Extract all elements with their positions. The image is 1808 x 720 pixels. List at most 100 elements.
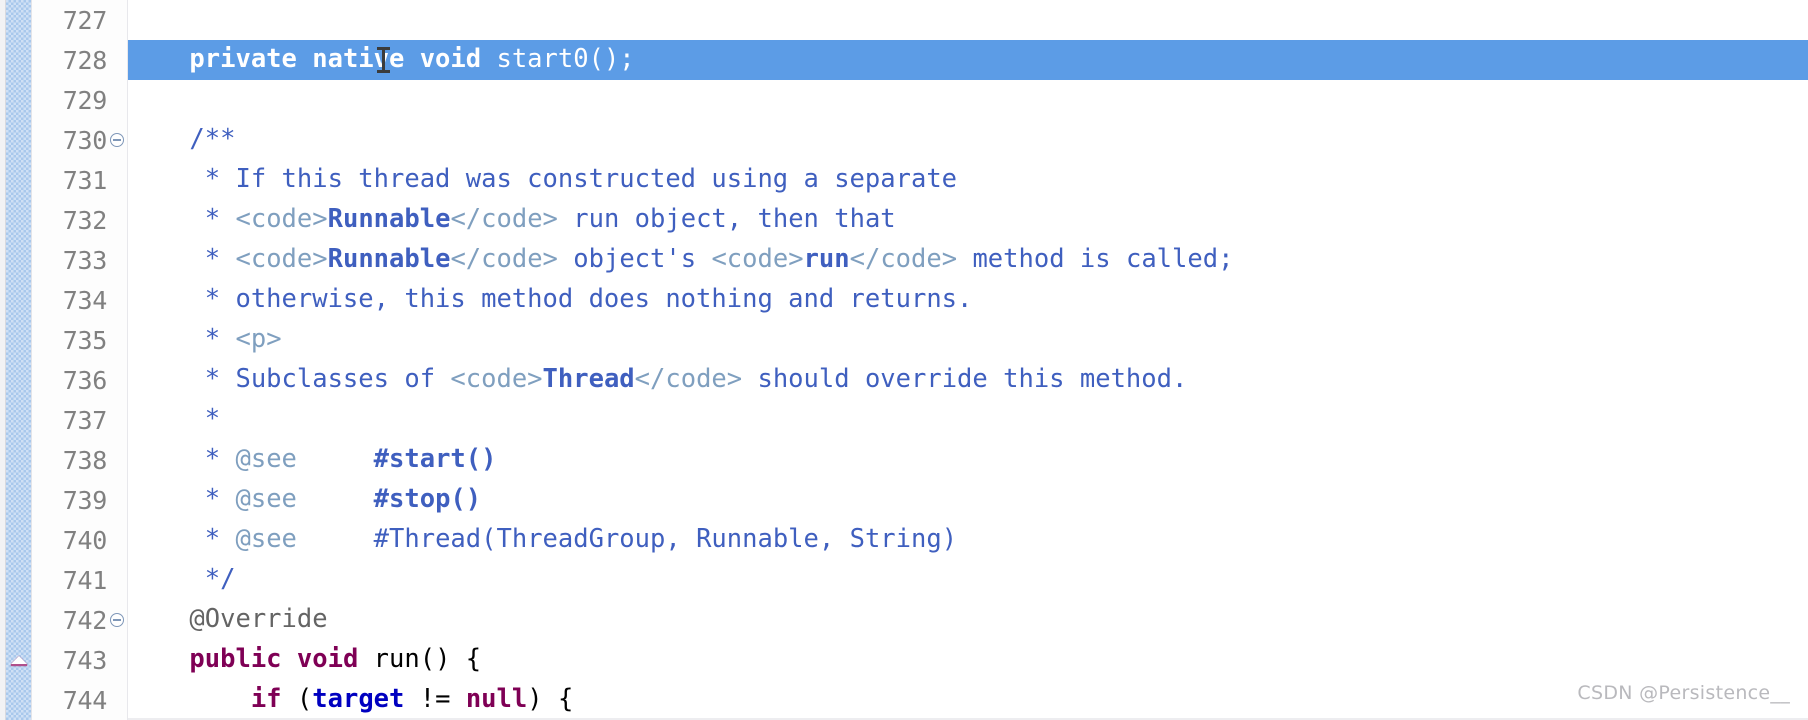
line-number: 742 — [62, 605, 108, 635]
line-number-row[interactable]: 735 — [32, 320, 128, 360]
code-token: @Override — [189, 604, 328, 635]
code-line[interactable]: /** — [128, 120, 1808, 160]
code-line-text: if (target != null) { — [128, 687, 573, 713]
line-number-row[interactable]: 743 — [32, 640, 128, 680]
code-line-text: * otherwise, this method does nothing an… — [128, 284, 973, 315]
fold-slot[interactable] — [107, 133, 127, 147]
code-token: <code> — [235, 244, 328, 275]
code-line[interactable]: * @see #start() — [128, 440, 1808, 480]
line-number-gutter[interactable]: 727 728 729 730 731 732 733 734 735 736 737 738 739 7… — [32, 0, 128, 720]
line-number: 741 — [62, 565, 108, 595]
code-token: * Subclasses of — [204, 364, 451, 395]
code-line-text: * @see #stop() — [128, 487, 481, 513]
code-line[interactable]: if (target != null) { — [128, 680, 1808, 720]
code-token: <code> — [235, 204, 328, 235]
code-token: public void — [189, 644, 359, 675]
overview-triangle-icon[interactable] — [11, 656, 27, 666]
code-line-selected[interactable]: private native void start0(); — [128, 40, 1808, 80]
code-line[interactable]: * Subclasses of <code>Thread</code> shou… — [128, 360, 1808, 400]
line-number: 744 — [62, 685, 108, 715]
line-number: 735 — [62, 325, 108, 355]
code-line-text: public void run() { — [128, 647, 481, 673]
collapse-minus-circle-icon[interactable] — [110, 133, 124, 147]
code-line-text: * @see #start() — [128, 447, 497, 473]
line-number-row[interactable]: 736 — [32, 360, 128, 400]
line-number: 729 — [62, 85, 108, 115]
line-number: 728 — [62, 45, 108, 75]
code-editor[interactable]: 727 728 729 730 731 732 733 734 735 736 737 738 739 7… — [0, 0, 1808, 720]
code-line[interactable]: * — [128, 400, 1808, 440]
line-number-row[interactable]: 737 — [32, 400, 128, 440]
line-number-row[interactable]: 733 — [32, 240, 128, 280]
code-token: #start() — [373, 444, 497, 475]
line-number-row[interactable]: 734 — [32, 280, 128, 320]
line-number-row[interactable]: 740 — [32, 520, 128, 560]
code-line[interactable] — [128, 80, 1808, 120]
line-number-row[interactable]: 727 — [32, 0, 128, 40]
code-line[interactable]: * @see #stop() — [128, 480, 1808, 520]
line-number: 743 — [62, 645, 108, 675]
code-line-text: @Override — [128, 604, 328, 635]
code-token: </code> — [450, 244, 558, 275]
code-token: </code> — [849, 244, 958, 275]
code-token: * otherwise, this method does nothing an… — [204, 284, 973, 315]
code-token: * — [204, 204, 236, 235]
code-line[interactable]: @Override — [128, 600, 1808, 640]
line-number: 727 — [62, 5, 108, 35]
code-line[interactable]: * <code>Runnable</code> run object, then… — [128, 200, 1808, 240]
line-number: 734 — [62, 285, 108, 315]
code-token: </code> — [634, 364, 743, 395]
line-number: 731 — [62, 165, 108, 195]
code-line-text: * — [128, 407, 220, 433]
code-line-text: * <code>Runnable</code> object's <code>r… — [128, 244, 1234, 275]
line-number-row[interactable]: 730 — [32, 120, 128, 160]
code-token: #Thread(ThreadGroup, Runnable, String) — [373, 524, 958, 555]
line-number-row[interactable]: 732 — [32, 200, 128, 240]
fold-slot[interactable] — [107, 613, 127, 627]
line-number-row[interactable]: 738 — [32, 440, 128, 480]
code-token: </code> — [450, 204, 558, 235]
line-number-row[interactable]: 739 — [32, 480, 128, 520]
code-token: */ — [204, 564, 236, 595]
line-number-row[interactable]: 742 — [32, 600, 128, 640]
code-token: object's — [557, 244, 712, 275]
collapse-minus-circle-icon[interactable] — [110, 613, 124, 627]
line-number-row[interactable]: 728 — [32, 40, 128, 80]
code-token: ( — [281, 684, 313, 715]
code-line[interactable]: * <p> — [128, 320, 1808, 360]
code-line[interactable]: * @see #Thread(ThreadGroup, Runnable, St… — [128, 520, 1808, 560]
code-line[interactable]: * otherwise, this method does nothing an… — [128, 280, 1808, 320]
line-number-row[interactable]: 731 — [32, 160, 128, 200]
line-number-row[interactable]: 744 — [32, 680, 128, 720]
code-line[interactable]: */ — [128, 560, 1808, 600]
code-token: null — [465, 684, 528, 715]
code-text-area[interactable]: private native void start0(); /** * If t… — [128, 0, 1808, 720]
code-line[interactable]: public void run() { — [128, 640, 1808, 680]
csdn-watermark: CSDN @Persistence__ — [1577, 682, 1790, 704]
code-token: @see — [235, 484, 297, 515]
code-token: * — [204, 404, 221, 435]
code-line[interactable]: * <code>Runnable</code> object's <code>r… — [128, 240, 1808, 280]
code-token: * — [204, 524, 236, 555]
code-token: #stop() — [373, 484, 482, 515]
code-token: method is called; — [957, 244, 1234, 275]
code-line[interactable] — [128, 0, 1808, 40]
code-line[interactable]: * If this thread was constructed using a… — [128, 160, 1808, 200]
code-token: run — [803, 244, 850, 275]
line-number-row[interactable]: 741 — [32, 560, 128, 600]
code-token: should override this method. — [742, 364, 1188, 395]
code-token: * — [204, 324, 236, 355]
line-number: 740 — [62, 525, 108, 555]
line-number-row[interactable]: 729 — [32, 80, 128, 120]
change-annotation-bar[interactable] — [6, 0, 32, 720]
